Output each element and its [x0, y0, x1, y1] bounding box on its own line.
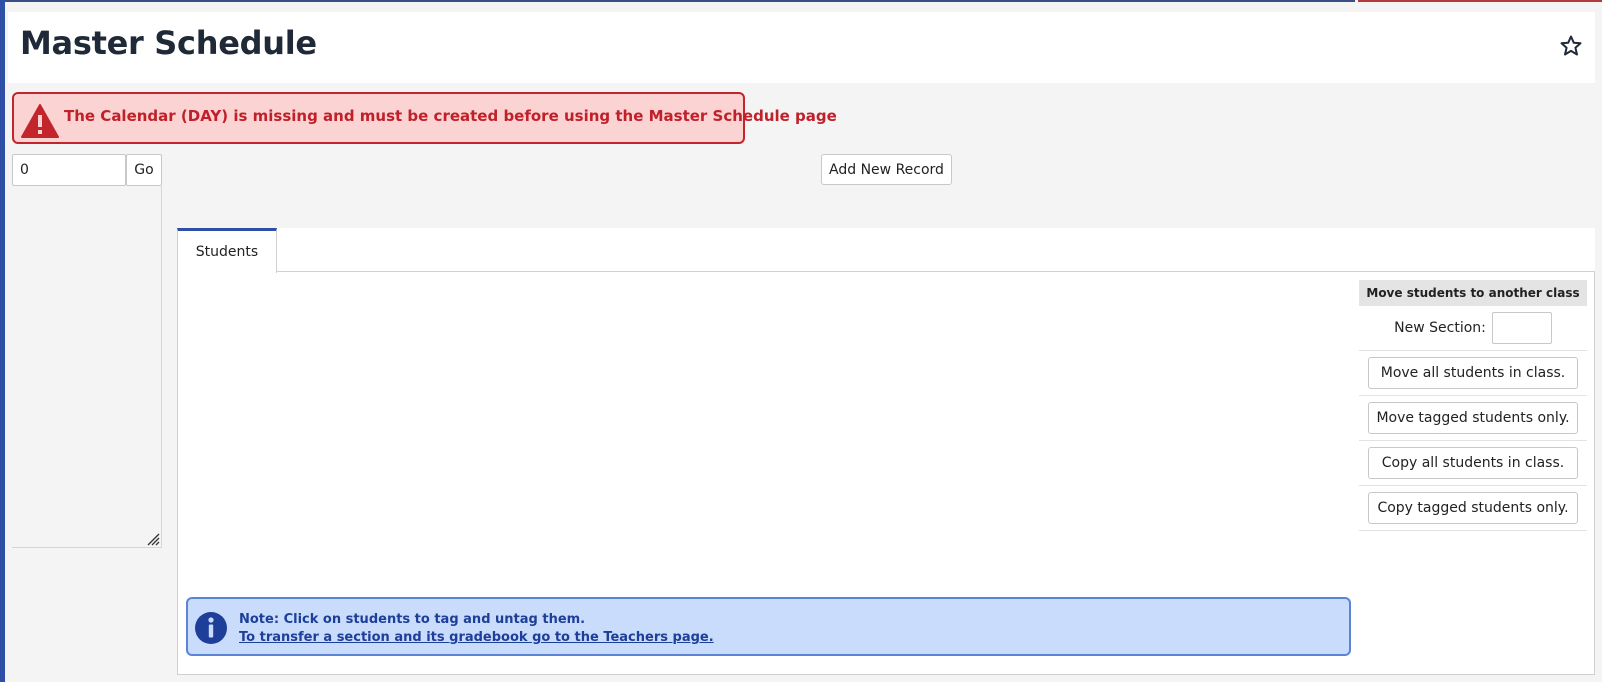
go-button[interactable]: Go [126, 154, 162, 186]
new-section-input[interactable] [1491, 312, 1552, 344]
record-list[interactable] [12, 186, 162, 548]
warning-triangle-icon [21, 104, 59, 138]
tab-students[interactable]: Students [177, 228, 277, 273]
info-icon [195, 612, 227, 644]
move-action-row: Copy all students in class. [1359, 441, 1587, 486]
move-action-row: Move tagged students only. [1359, 396, 1587, 441]
top-accent-line [5, 0, 1355, 2]
tab-bar [177, 228, 1595, 272]
new-section-row: New Section: [1359, 306, 1587, 351]
teachers-page-link[interactable]: To transfer a section and its gradebook … [239, 630, 714, 645]
top-accent-line-red [1358, 0, 1602, 2]
copy-tagged-students-button[interactable]: Copy tagged students only. [1368, 492, 1578, 524]
alert-message: The Calendar (DAY) is missing and must b… [64, 107, 837, 125]
page-title: Master Schedule [20, 24, 317, 62]
copy-all-students-button[interactable]: Copy all students in class. [1368, 447, 1578, 479]
info-note: Note: Click on students to tag and untag… [186, 597, 1351, 656]
resize-handle-icon[interactable] [147, 533, 160, 546]
page-header: Master Schedule [8, 12, 1595, 83]
move-tagged-students-button[interactable]: Move tagged students only. [1368, 402, 1578, 434]
move-action-row: Copy tagged students only. [1359, 486, 1587, 531]
record-number-input[interactable] [12, 154, 126, 186]
move-all-students-button[interactable]: Move all students in class. [1368, 357, 1578, 389]
star-icon[interactable] [1559, 34, 1583, 58]
new-section-label: New Section: [1394, 320, 1486, 336]
move-students-panel: Move students to another class New Secti… [1359, 280, 1587, 531]
note-text: Note: Click on students to tag and untag… [239, 612, 586, 627]
move-panel-header: Move students to another class [1359, 280, 1587, 306]
move-action-row: Move all students in class. [1359, 351, 1587, 396]
left-accent-stripe [0, 0, 5, 682]
error-alert: The Calendar (DAY) is missing and must b… [12, 92, 837, 144]
add-new-record-button[interactable]: Add New Record [821, 154, 952, 185]
